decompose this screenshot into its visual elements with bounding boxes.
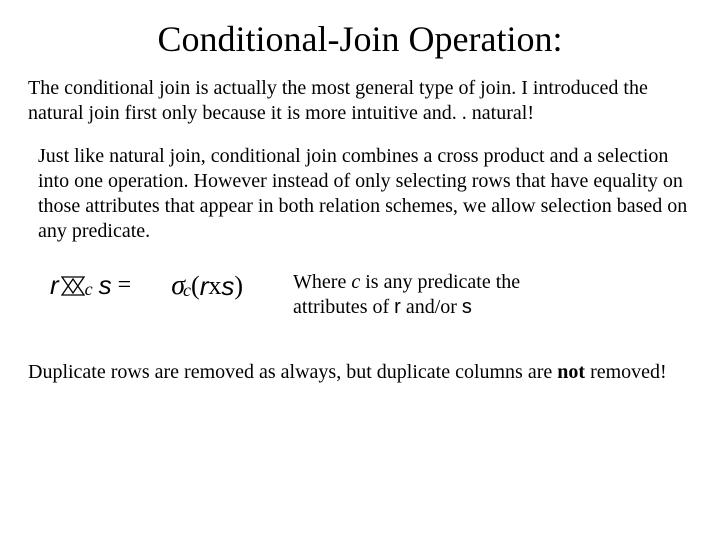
formula-explanation: Where c is any predicate the attributes …	[293, 270, 553, 320]
formula-lhs: r c s =	[50, 270, 131, 301]
explain-pre: Where	[293, 271, 351, 293]
close-paren: )	[234, 271, 243, 301]
join-icon	[61, 276, 85, 296]
formula-rhs: σc(r x s)	[171, 270, 243, 302]
explain-c: c	[351, 271, 360, 293]
join-subscript: c	[85, 279, 93, 300]
slide-title: Conditional-Join Operation:	[28, 18, 692, 60]
para3-c: removed!	[585, 361, 667, 383]
para3-not: not	[557, 361, 585, 383]
para3-a: Duplicate rows are removed as always, bu…	[28, 361, 557, 383]
equals-sign: =	[118, 272, 132, 299]
explain-andor: and/or	[401, 296, 462, 318]
var-r-2: r	[200, 271, 209, 302]
explain-s: s	[462, 296, 472, 318]
formula-row: r c s = σc(r x s) Where c is any predica…	[50, 270, 692, 320]
paragraph-1: The conditional join is actually the mos…	[28, 76, 692, 126]
paragraph-2: Just like natural join, conditional join…	[38, 144, 692, 244]
sigma-subscript: c	[183, 280, 191, 301]
var-s-2: s	[221, 271, 234, 302]
times-x: x	[208, 271, 221, 301]
open-paren: (	[191, 271, 200, 301]
var-s: s	[99, 270, 112, 301]
explain-r: r	[394, 296, 401, 318]
paragraph-3: Duplicate rows are removed as always, bu…	[28, 360, 692, 385]
var-r: r	[50, 270, 59, 301]
